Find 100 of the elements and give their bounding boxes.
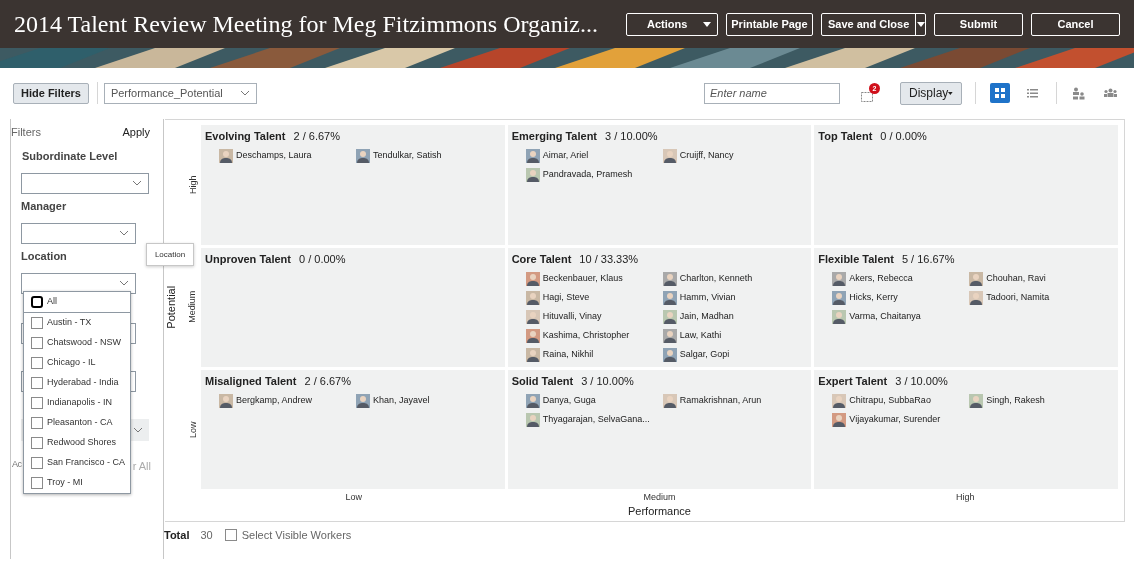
checkbox[interactable] [31,417,43,429]
location-option[interactable]: Chicago - IL [24,353,130,373]
worker-name[interactable]: Vijayakumar, Surender [849,412,941,427]
avatar-icon [662,290,677,305]
people-grid-icon [861,92,873,102]
location-option[interactable]: Redwood Shores [24,433,130,453]
grid-view-icon [995,88,1005,98]
worker-name[interactable]: Varma, Chaitanya [849,309,921,324]
checkbox[interactable] [31,337,43,349]
avatar-icon [969,271,984,286]
view-toggle[interactable] [990,83,1010,103]
cell-title: Emerging Talent [511,129,598,144]
checkbox[interactable] [31,357,43,369]
checkbox[interactable] [31,477,43,489]
actions-menu-button[interactable]: Actions [626,12,718,36]
avatar-icon [525,290,540,305]
avatar-icon [525,309,540,324]
location-option[interactable]: Indianapolis - IN [24,393,130,413]
chevron-down-icon [132,180,142,186]
worker-name[interactable]: Raina, Nikhil [542,347,594,362]
avatar-icon [969,290,984,305]
worker-name[interactable]: Beckenbauer, Klaus [542,271,623,286]
checkbox[interactable] [31,377,43,389]
avatar-icon [525,393,540,408]
avatar-icon [832,309,847,324]
chevron-down-icon [119,280,129,286]
layout-select[interactable]: Performance_Potential [103,82,257,104]
display-button[interactable]: Display [900,81,962,105]
worker-name[interactable]: Chouhan, Ravi [986,271,1046,286]
location-option[interactable]: Austin - TX [24,313,130,333]
worker-name[interactable]: Charlton, Kenneth [679,271,753,286]
header-button[interactable]: Cancel [1031,12,1120,36]
worker-name[interactable]: Cruijff, Nancy [679,148,734,163]
worker-name[interactable]: Hagi, Steve [542,290,590,305]
avatar-icon [525,412,540,427]
location-option[interactable]: San Francisco - CA [24,453,130,473]
worker-name[interactable]: Danya, Guga [542,393,596,408]
cell-count: 10 / 33.33% [579,252,639,267]
worker-name[interactable]: Khan, Jayavel [373,393,430,408]
option-label: Chatswood - NSW [47,336,122,350]
total-count: 30 [200,528,213,543]
option-label: Indianapolis - IN [47,396,113,410]
worker-name[interactable]: Hituvalli, Vinay [542,309,602,324]
worker-name[interactable]: Law, Kathi [679,328,722,343]
field-label: Manager [21,199,68,213]
save-and-close-button[interactable]: Save and Close [822,13,917,35]
location-option[interactable]: Troy - MI [24,473,130,493]
worker-name[interactable]: Hamm, Vivian [679,290,736,305]
worker-name[interactable]: Jain, Madhan [679,309,734,324]
caret-icon [948,90,953,96]
worker-name[interactable]: Tendulkar, Satish [373,148,442,163]
select-field[interactable] [21,222,136,244]
worker-name[interactable]: Aimar, Ariel [542,148,589,163]
checkbox[interactable] [31,437,43,449]
cell-count: 0 / 0.00% [299,252,346,267]
location-option[interactable]: Chatswood - NSW [24,333,130,353]
location-option[interactable]: Hyderabad - India [24,373,130,393]
cell-count: 3 / 10.00% [581,374,634,389]
hide-filters-button[interactable]: Hide Filters [13,82,89,104]
select-visible-label: Select Visible Workers [241,528,352,543]
cell-title: Core Talent [511,252,572,267]
cell-count: 5 / 16.67% [901,252,955,267]
avatar-icon [525,328,540,343]
column-label: High [955,491,975,503]
avatar-icon [525,347,540,362]
option-label: Troy - MI [47,476,83,490]
checkbox[interactable] [31,397,43,409]
worker-name[interactable]: Chitrapu, SubbaRao [849,393,931,408]
select-field[interactable] [21,172,149,194]
checkbox[interactable] [31,296,43,308]
x-axis-title: Performance [628,505,691,518]
checkbox[interactable] [31,317,43,329]
avatar-icon [356,393,370,408]
worker-name[interactable]: Salgar, Gopi [679,347,730,362]
worker-name[interactable]: Pandravada, Pramesh [542,167,633,182]
header-button[interactable]: Submit [934,12,1023,36]
apply-link[interactable]: Apply [122,124,150,141]
checkbox[interactable] [31,457,43,469]
worker-name[interactable]: Thyagarajan, SelvaGana... [542,412,650,427]
header-button[interactable]: Printable Page [726,12,813,36]
location-option[interactable]: Pleasanton - CA [24,413,130,433]
cell-title: Expert Talent [818,374,888,389]
split-button[interactable]: Save and Close [821,12,926,36]
worker-name[interactable]: Kashima, Christopher [542,328,630,343]
avatar-icon [832,393,847,408]
worker-name[interactable]: Deschamps, Laura [236,148,312,163]
chevron-down-icon [133,426,143,433]
checkbox[interactable] [224,529,237,542]
avatar-icon [525,167,540,182]
worker-name[interactable]: Tadoori, Namita [986,290,1050,305]
name-search-field[interactable]: Enter name [704,82,840,104]
select-field[interactable] [21,272,136,294]
page-title: 2014 Talent Review Meeting for Meg Fitzimmons Organiz... [14,12,599,36]
cell-count: 0 / 0.00% [880,129,927,144]
worker-name[interactable]: Ramakrishnan, Arun [679,393,762,408]
worker-name[interactable]: Singh, Rakesh [986,393,1045,408]
people-grid-button[interactable] [860,91,874,103]
worker-name[interactable]: Bergkamp, Andrew [236,393,313,408]
worker-name[interactable]: Akers, Rebecca [849,271,913,286]
worker-name[interactable]: Hicks, Kerry [849,290,898,305]
